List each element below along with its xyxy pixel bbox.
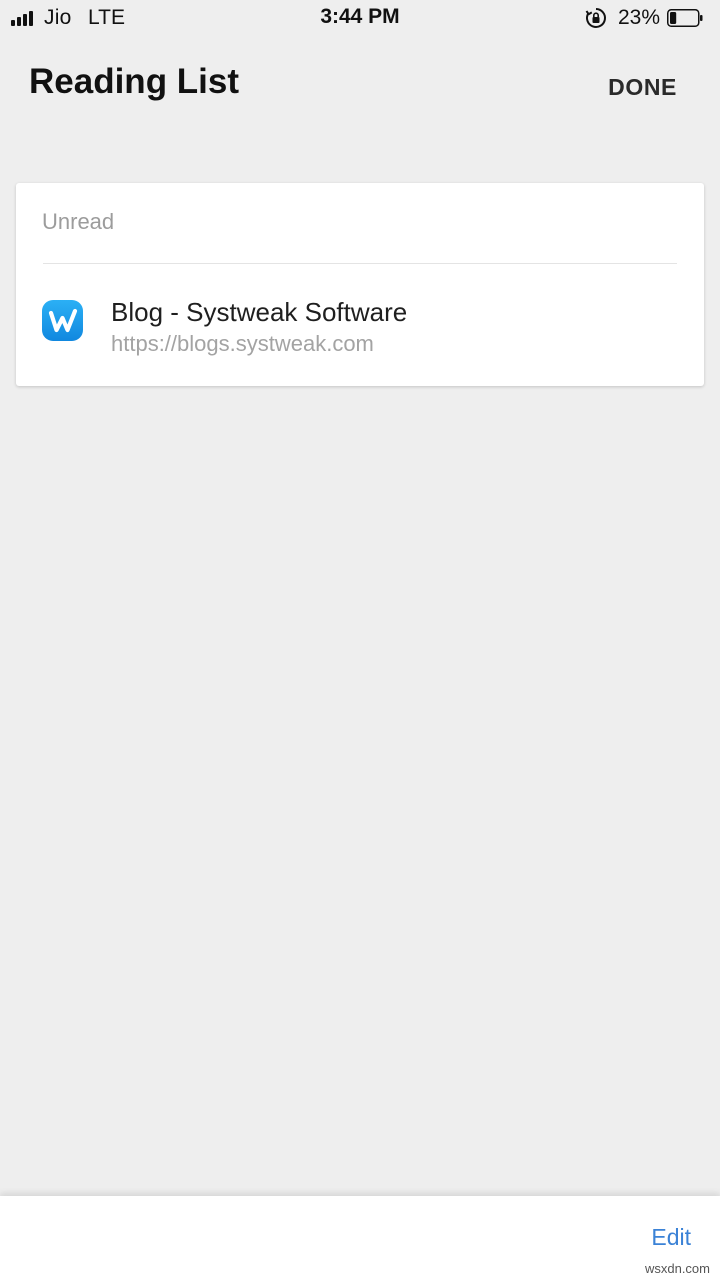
divider — [43, 263, 677, 264]
item-url: https://blogs.systweak.com — [111, 331, 374, 356]
edit-button[interactable]: Edit — [651, 1224, 691, 1251]
done-button[interactable]: DONE — [608, 74, 677, 101]
watermark: wsxdn.com — [644, 1261, 710, 1276]
item-title: Blog - Systweak Software — [111, 297, 408, 327]
battery-percent: 23% — [618, 6, 661, 29]
status-bar: Jio LTE 3:44 PM 23% — [0, 0, 720, 38]
bottom-toolbar: Edit — [0, 1196, 720, 1280]
page-title: Reading List — [29, 62, 240, 101]
section-header-unread: Unread — [42, 209, 115, 234]
orientation-lock-icon — [585, 8, 606, 28]
reading-list-card: Unread Blog - Systweak Software https://… — [16, 183, 704, 386]
status-time: 3:44 PM — [320, 5, 400, 28]
systweak-w-logo-icon — [42, 300, 83, 341]
battery-icon — [667, 9, 703, 27]
reading-list-item[interactable]: Blog - Systweak Software https://blogs.s… — [16, 273, 704, 383]
